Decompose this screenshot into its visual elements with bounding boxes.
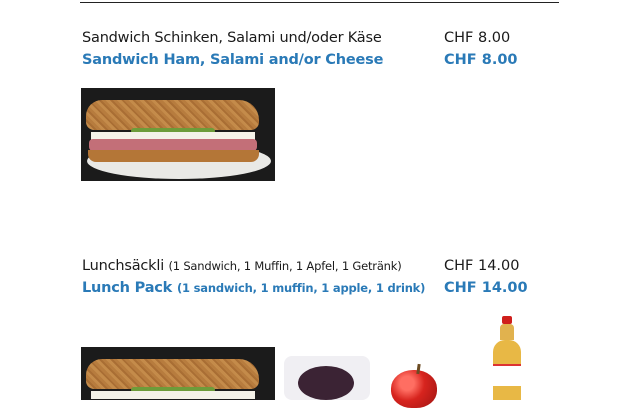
muffin-photo	[284, 356, 370, 400]
apple-photo	[391, 370, 437, 408]
drink-bottle-photo	[491, 316, 525, 402]
sandwich-photo	[81, 88, 275, 181]
item-1-price-en: CHF 8.00	[444, 52, 518, 68]
lunch-sandwich-photo	[81, 347, 275, 400]
item-1-name-de: Sandwich Schinken, Salami und/oder Käse	[82, 30, 382, 46]
item-2-detail-de: (1 Sandwich, 1 Muffin, 1 Apfel, 1 Geträn…	[168, 259, 402, 273]
item-1-name-en: Sandwich Ham, Salami and/or Cheese	[82, 52, 384, 68]
item-2-name-en: Lunch Pack	[82, 280, 173, 296]
item-1-price-de: CHF 8.00	[444, 30, 511, 46]
item-2-price-en: CHF 14.00	[444, 280, 528, 296]
item-2-name-de: Lunchsäckli	[82, 258, 165, 274]
item-2-name-de-row: Lunchsäckli (1 Sandwich, 1 Muffin, 1 Apf…	[82, 258, 402, 274]
item-2-price-de: CHF 14.00	[444, 258, 520, 274]
item-2-detail-en: (1 sandwich, 1 muffin, 1 apple, 1 drink)	[176, 281, 426, 295]
top-divider	[80, 2, 559, 3]
item-2-name-en-row: Lunch Pack (1 sandwich, 1 muffin, 1 appl…	[82, 280, 425, 296]
